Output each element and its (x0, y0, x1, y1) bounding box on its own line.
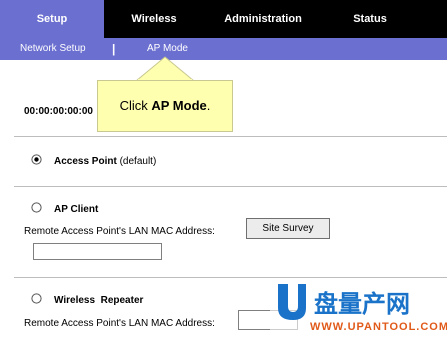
tab-setup[interactable]: Setup (0, 0, 104, 38)
tab-status[interactable]: Status (322, 0, 418, 38)
sub-navigation: Network Setup | AP Mode (0, 38, 447, 60)
watermark: 盘量产网 WWW.UPANTOOL.COM (270, 278, 447, 342)
remote-mac-label: Remote Access Point's LAN MAC Address: (24, 226, 215, 237)
subnav-separator: | (112, 42, 116, 56)
tab-administration[interactable]: Administration (204, 0, 322, 38)
site-survey-button[interactable]: Site Survey (246, 218, 330, 239)
watermark-cn: 盘量产网 (314, 291, 410, 318)
access-point-radio[interactable] (31, 154, 42, 165)
wireless-repeater-label: Wireless Repeater (54, 295, 144, 306)
watermark-logo-icon (278, 284, 306, 320)
ap-client-label: AP Client (54, 204, 99, 215)
ap-client-radio[interactable] (31, 202, 42, 213)
device-mac-address: 00:00:00:00:00 (24, 106, 93, 117)
divider (14, 136, 447, 137)
wireless-repeater-radio[interactable] (31, 293, 42, 304)
tab-wireless[interactable]: Wireless (104, 0, 204, 38)
repeater-remote-mac-label: Remote Access Point's LAN MAC Address: (24, 318, 215, 329)
divider (14, 186, 447, 187)
watermark-url: WWW.UPANTOOL.COM (310, 321, 447, 333)
ap-client-mac-input[interactable] (33, 243, 162, 260)
access-point-label: Access Point (default) (54, 156, 157, 167)
callout-text: Click AP Mode. (119, 98, 211, 113)
subnav-network-setup[interactable]: Network Setup (20, 38, 86, 60)
